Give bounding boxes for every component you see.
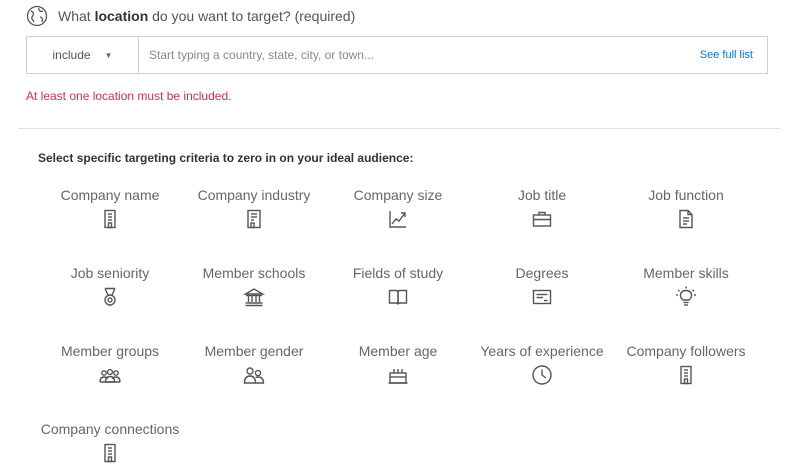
criteria-company-connections[interactable]: Company connections <box>38 420 182 464</box>
criteria-fields-of-study[interactable]: Fields of study <box>326 264 470 308</box>
criteria-label: Company followers <box>626 343 746 359</box>
criteria-member-gender[interactable]: Member gender <box>182 342 326 386</box>
location-box: include ▼ See full list <box>26 36 768 74</box>
globe-icon <box>26 5 48 27</box>
criteria-degrees[interactable]: Degrees <box>470 264 614 308</box>
divider <box>18 128 781 129</box>
criteria-company-size[interactable]: Company size <box>326 186 470 230</box>
criteria-job-function[interactable]: Job function <box>614 186 758 230</box>
medal-icon <box>99 286 121 308</box>
criteria-company-name[interactable]: Company name <box>38 186 182 230</box>
criteria-label: Years of experience <box>480 343 604 359</box>
school-icon <box>242 286 266 308</box>
criteria-intro: Select specific targeting criteria to ze… <box>38 151 414 165</box>
lightbulb-icon <box>675 286 697 308</box>
criteria-label: Member skills <box>643 265 729 281</box>
criteria-company-industry[interactable]: Company industry <box>182 186 326 230</box>
criteria-label: Member groups <box>60 343 160 359</box>
see-full-list-link[interactable]: See full list <box>700 37 767 73</box>
industry-icon <box>243 208 265 230</box>
criteria-job-title[interactable]: Job title <box>470 186 614 230</box>
building-icon <box>99 208 121 230</box>
criteria-label: Company industry <box>197 187 311 203</box>
criteria-label: Job title <box>517 187 567 203</box>
criteria-company-followers[interactable]: Company followers <box>614 342 758 386</box>
location-question-text: What location do you want to target? (re… <box>58 8 356 24</box>
criteria-member-schools[interactable]: Member schools <box>182 264 326 308</box>
criteria-label: Job seniority <box>70 265 150 281</box>
criteria-label: Fields of study <box>352 265 444 281</box>
criteria-label: Company connections <box>40 421 180 437</box>
document-icon <box>675 208 697 230</box>
location-input[interactable] <box>139 37 700 73</box>
criteria-job-seniority[interactable]: Job seniority <box>38 264 182 308</box>
location-question: What location do you want to target? (re… <box>26 5 355 27</box>
include-label: include <box>52 48 91 62</box>
diploma-icon <box>531 286 553 308</box>
criteria-label: Degrees <box>515 265 569 281</box>
criteria-label: Member gender <box>204 343 304 359</box>
criteria-member-skills[interactable]: Member skills <box>614 264 758 308</box>
building-icon <box>99 442 121 464</box>
clock-icon <box>531 364 553 386</box>
building-icon <box>675 364 697 386</box>
include-dropdown[interactable]: include ▼ <box>27 37 139 73</box>
criteria-label: Company name <box>60 187 160 203</box>
criteria-label: Member age <box>358 343 438 359</box>
criteria-label: Job function <box>648 187 724 203</box>
criteria-member-groups[interactable]: Member groups <box>38 342 182 386</box>
location-error-message: At least one location must be included. <box>26 89 232 103</box>
cake-icon <box>387 364 409 386</box>
chart-growth-icon <box>387 208 409 230</box>
group-icon <box>99 364 121 386</box>
gender-people-icon <box>243 364 265 386</box>
chevron-down-icon: ▼ <box>104 50 113 60</box>
criteria-member-age[interactable]: Member age <box>326 342 470 386</box>
criteria-label: Member schools <box>202 265 306 281</box>
book-icon <box>387 286 409 308</box>
criteria-years-of-experience[interactable]: Years of experience <box>470 342 614 386</box>
criteria-label: Company size <box>353 187 443 203</box>
briefcase-icon <box>531 208 553 230</box>
